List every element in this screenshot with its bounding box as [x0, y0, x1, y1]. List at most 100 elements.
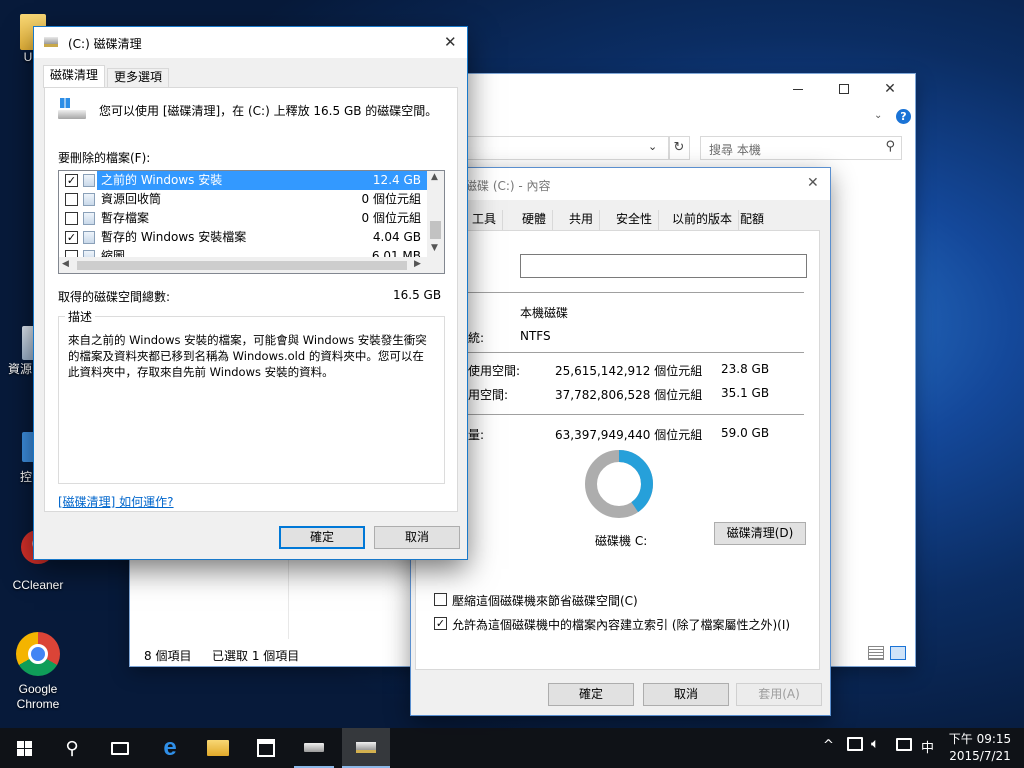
tab-hardware[interactable]: 硬體 — [516, 210, 554, 230]
scroll-left-icon[interactable]: ◀ — [62, 259, 69, 269]
scroll-thumb[interactable] — [430, 221, 441, 239]
scroll-down-icon[interactable]: ▼ — [431, 243, 438, 253]
taskbar-disk-cleanup[interactable] — [342, 728, 390, 768]
help-icon[interactable]: ? — [896, 109, 911, 124]
scroll-right-icon[interactable]: ▶ — [414, 259, 421, 269]
disk-cleanup-app-icon — [44, 37, 58, 47]
tab-security[interactable]: 安全性 — [610, 210, 660, 230]
close-button[interactable]: ✕ — [444, 33, 457, 51]
address-dropdown-icon[interactable]: ⌄ — [648, 140, 657, 153]
tab-tools[interactable]: 工具 — [466, 210, 504, 230]
horizontal-scrollbar[interactable]: ◀ ▶ — [59, 257, 444, 273]
taskbar-edge[interactable]: e — [150, 728, 190, 768]
divider — [466, 352, 804, 353]
file-list-item-size: 4.04 GB — [372, 230, 421, 244]
file-list-item-size: 6.01 MB — [371, 249, 421, 257]
help-link[interactable]: [磁碟清理] 如何運作? — [58, 493, 174, 510]
taskbar-clock[interactable]: 下午 09:15 2015/7/21 — [944, 731, 1016, 765]
description-label: 描述 — [65, 308, 96, 325]
tab-disk-cleanup[interactable]: 磁碟清理 — [43, 65, 106, 88]
drive-label-input[interactable] — [520, 254, 807, 278]
search-button[interactable]: ⚲ — [52, 728, 92, 768]
drive-properties-dialog: 磁碟 (C:) - 內容 ✕ 工具 硬體 共用 安全性 以前的版本 配額 本機磁… — [411, 168, 830, 715]
details-view-icon[interactable] — [868, 646, 884, 660]
file-type-icon — [83, 212, 95, 225]
file-list-item-name: 縮圖 — [101, 249, 126, 257]
input-method-indicator[interactable]: 中 — [921, 737, 934, 756]
desktop-icon-google-chrome[interactable]: Google Chrome — [3, 632, 73, 712]
cancel-button[interactable]: 取消 — [374, 526, 460, 549]
disk-cleanup-dialog: (C:) 磁碟清理 ✕ 磁碟清理 更多選項 您可以使用 [磁碟清理]，在 (C:… — [34, 27, 467, 559]
scroll-up-icon[interactable]: ▲ — [431, 172, 438, 182]
file-list-item-name: 資源回收筒 — [101, 192, 162, 206]
close-icon: ✕ — [444, 33, 457, 51]
used-space-gb: 23.8 GB — [721, 362, 770, 376]
disk-cleanup-button[interactable]: 磁碟清理(D) — [714, 522, 806, 545]
free-space-gb: 35.1 GB — [721, 386, 770, 400]
search-box[interactable]: 搜尋 本機 ⚲ — [700, 136, 902, 160]
maximize-button[interactable] — [826, 78, 862, 100]
capacity-gb: 59.0 GB — [721, 426, 770, 440]
network-icon[interactable] — [847, 737, 863, 751]
file-list-item-checkbox[interactable] — [65, 250, 78, 257]
file-type-icon — [83, 174, 95, 187]
taskbar-file-explorer[interactable] — [198, 728, 238, 768]
cancel-button[interactable]: 取消 — [643, 683, 729, 706]
file-list-item-name: 之前的 Windows 安裝 — [101, 173, 223, 187]
large-icons-view-icon[interactable] — [890, 646, 906, 660]
action-center-icon[interactable] — [896, 738, 912, 751]
close-button[interactable]: ✕ — [807, 175, 819, 191]
apply-button[interactable]: 套用(A) — [736, 683, 822, 706]
file-list-item-checkbox[interactable]: ✓ — [65, 174, 78, 187]
store-icon — [257, 739, 275, 757]
file-list-item-size: 0 個位元組 — [361, 211, 421, 225]
ok-button[interactable]: 確定 — [279, 526, 365, 549]
scroll-thumb[interactable] — [77, 261, 407, 270]
properties-title-bar: 磁碟 (C:) - 內容 ✕ — [411, 168, 830, 200]
file-type-icon — [83, 231, 95, 244]
free-space-bytes: 37,782,806,528 個位元組 — [555, 388, 703, 402]
file-list-item[interactable]: 暫存檔案 0 個位元組 — [59, 209, 425, 228]
index-contents-checkbox[interactable]: ✓ — [434, 617, 447, 630]
tab-sharing[interactable]: 共用 — [563, 210, 601, 230]
file-list-item[interactable]: ✓ 暫存的 Windows 安裝檔案 4.04 GB — [59, 228, 425, 247]
file-list-item[interactable]: 縮圖 6.01 MB — [59, 247, 425, 257]
file-type-icon — [83, 250, 95, 257]
volume-icon[interactable]: 🔈︎ — [871, 736, 879, 752]
file-list-item-checkbox[interactable]: ✓ — [65, 231, 78, 244]
show-hidden-icons[interactable]: ^ — [823, 738, 834, 753]
tab-more-options[interactable]: 更多選項 — [107, 68, 170, 87]
files-to-delete-list[interactable]: ✓ 之前的 Windows 安裝 12.4 GB 資源回收筒 0 個位元組 暫存檔案 0 個… — [58, 170, 445, 274]
file-list-item[interactable]: ✓ 之前的 Windows 安裝 12.4 GB — [59, 171, 427, 190]
minimize-button[interactable] — [780, 78, 816, 100]
drive-icon — [304, 742, 324, 752]
file-list-item-size: 0 個位元組 — [361, 192, 421, 206]
file-list-item-checkbox[interactable] — [65, 212, 78, 225]
search-icon: ⚲ — [885, 139, 895, 154]
refresh-icon: ↻ — [673, 140, 685, 155]
file-list-item[interactable]: 資源回收筒 0 個位元組 — [59, 190, 425, 209]
tab-quota[interactable]: 配額 — [734, 210, 770, 230]
taskbar-drive-properties[interactable] — [294, 728, 334, 768]
desktop-icon-label: CCleaner — [12, 578, 64, 592]
compress-drive-checkbox[interactable] — [434, 593, 447, 606]
task-view-button[interactable] — [100, 728, 140, 768]
capacity-label: 量: — [468, 428, 485, 442]
refresh-button[interactable]: ↻ — [668, 136, 690, 160]
folder-icon — [207, 740, 229, 756]
drive-icon — [58, 98, 88, 120]
file-list-item-checkbox[interactable] — [65, 193, 78, 206]
tab-previous-versions[interactable]: 以前的版本 — [666, 210, 740, 230]
status-selected-count: 已選取 1 個項目 — [212, 649, 300, 663]
divider — [466, 414, 804, 415]
divider — [466, 292, 804, 293]
ok-button[interactable]: 確定 — [548, 683, 634, 706]
chrome-icon — [16, 632, 60, 676]
close-button[interactable]: ✕ — [872, 78, 908, 100]
drive-name-label: 磁碟機 C: — [595, 534, 648, 548]
start-button[interactable] — [4, 728, 44, 768]
ribbon-collapse-icon[interactable]: ⌄ — [874, 110, 882, 121]
file-list-item-size: 12.4 GB — [372, 173, 421, 187]
taskbar-store[interactable] — [246, 728, 286, 768]
vertical-scrollbar[interactable]: ▲ ▼ — [427, 171, 444, 257]
